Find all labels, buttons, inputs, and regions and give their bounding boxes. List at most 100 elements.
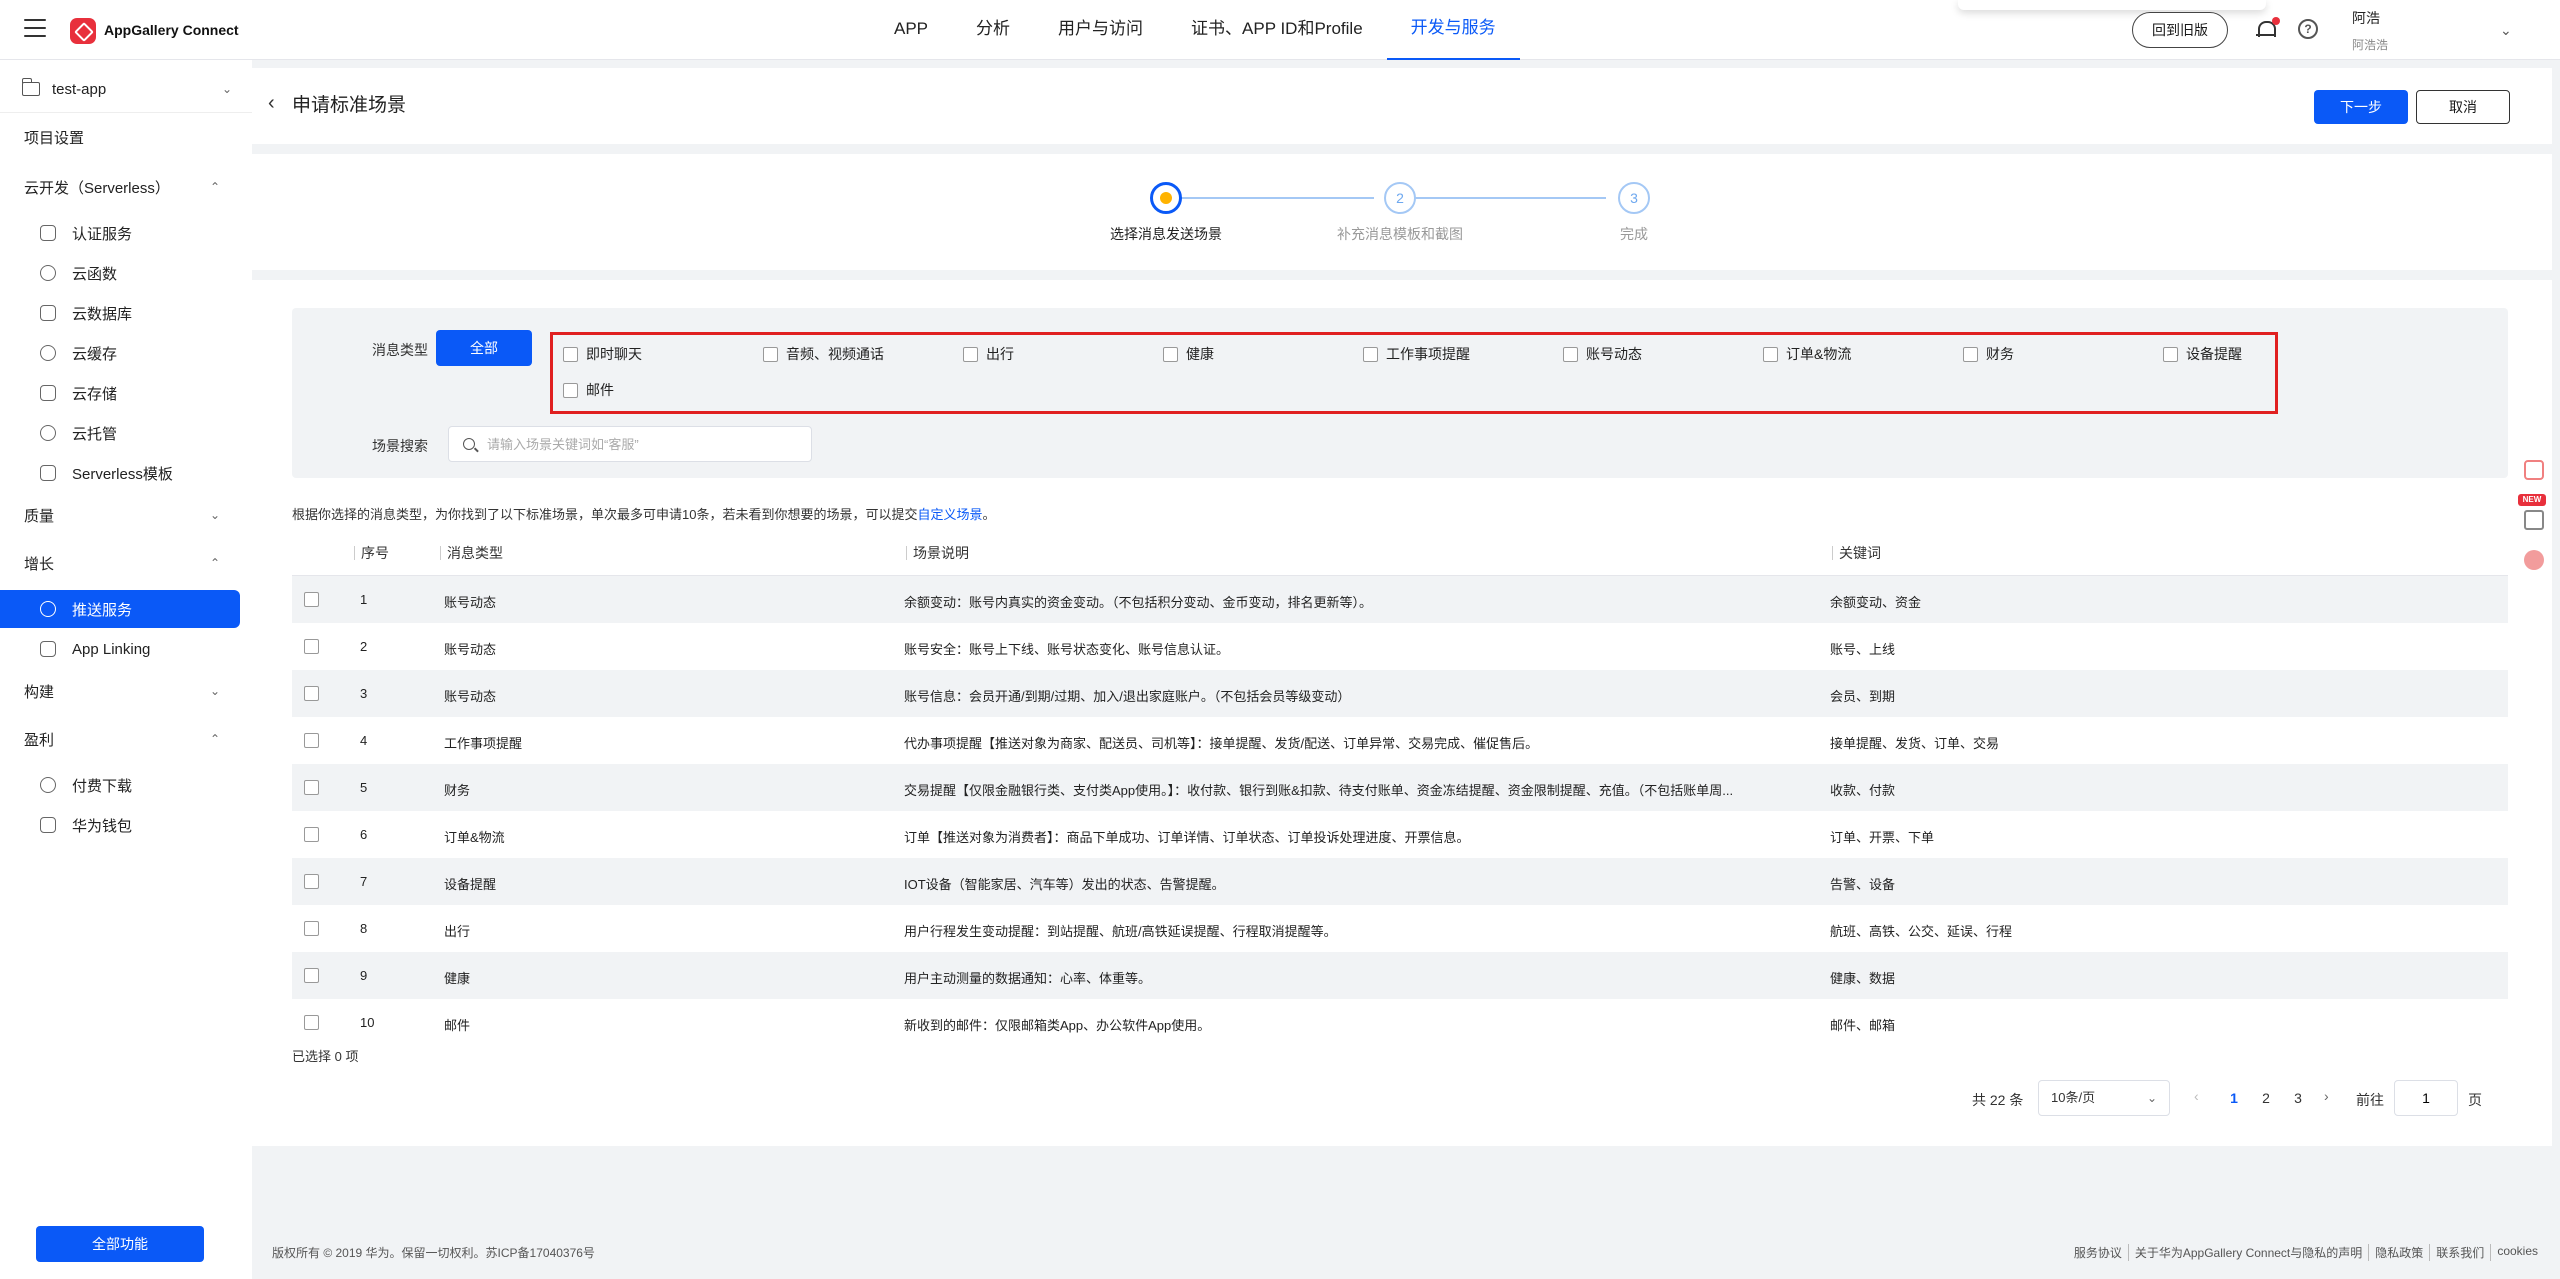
top-nav-item[interactable]: 分析 xyxy=(952,0,1034,60)
sidebar-item[interactable]: 华为钱包 xyxy=(0,806,252,844)
message-type-option[interactable]: 工作事项提醒 xyxy=(1363,344,1470,364)
top-nav-item[interactable]: 证书、APP ID和Profile xyxy=(1167,0,1387,60)
message-type-option[interactable]: 音频、视频通话 xyxy=(763,344,884,364)
footer-link[interactable]: 服务协议 xyxy=(2068,1244,2128,1261)
top-nav-item[interactable]: 开发与服务 xyxy=(1386,0,1520,60)
sidebar-item[interactable]: 盈利 ⌃ xyxy=(0,720,252,758)
sidebar-item[interactable]: Serverless模板 xyxy=(0,454,252,492)
checkbox[interactable] xyxy=(1363,346,1378,362)
footer-link[interactable]: 关于华为AppGallery Connect与隐私的声明 xyxy=(2127,1244,2368,1261)
table-row[interactable]: 10 邮件 新收到的邮件：仅限邮箱类App、办公软件App使用。 邮件、邮箱 xyxy=(292,999,2508,1046)
checkbox[interactable] xyxy=(563,382,578,398)
message-type-option[interactable]: 设备提醒 xyxy=(2163,344,2242,364)
cancel-button[interactable]: 取消 xyxy=(2416,90,2510,124)
row-checkbox[interactable] xyxy=(304,686,319,701)
checkbox[interactable] xyxy=(1563,346,1578,362)
table-row[interactable]: 5 财务 交易提醒【仅限金融银行类、支付类App使用。】：收付款、银行到账&扣款、待… xyxy=(292,764,2508,811)
cell-no: 1 xyxy=(360,592,368,607)
row-checkbox[interactable] xyxy=(304,639,319,654)
page-size-select[interactable]: 10条/页 ⌄ xyxy=(2038,1080,2170,1116)
sidebar-item[interactable]: 构建 ⌄ xyxy=(0,672,252,710)
message-type-option[interactable]: 订单&物流 xyxy=(1763,344,1851,364)
bell-icon[interactable] xyxy=(2256,17,2280,39)
goto-page-input[interactable] xyxy=(2394,1080,2458,1116)
footer-link[interactable]: 联系我们 xyxy=(2429,1244,2490,1261)
grid-icon[interactable] xyxy=(2524,510,2544,530)
message-type-label: 设备提醒 xyxy=(2186,346,2242,362)
step-connector xyxy=(1170,197,1374,199)
row-checkbox[interactable] xyxy=(304,968,319,983)
row-checkbox[interactable] xyxy=(304,1015,319,1030)
footer-link[interactable]: 隐私政策 xyxy=(2368,1244,2429,1261)
sidebar-item[interactable]: 认证服务 xyxy=(0,214,252,252)
checkbox[interactable] xyxy=(1963,346,1978,362)
message-type-option[interactable]: 即时聊天 xyxy=(563,344,642,364)
folder-icon xyxy=(21,78,40,96)
row-checkbox[interactable] xyxy=(304,874,319,889)
sidebar-item[interactable]: 付费下载 xyxy=(0,766,252,804)
checkbox[interactable] xyxy=(1763,346,1778,362)
footer-link[interactable]: cookies xyxy=(2490,1244,2544,1261)
user-name[interactable]: 阿浩 xyxy=(2352,8,2380,28)
help-icon[interactable]: ? xyxy=(2298,19,2318,39)
table-row[interactable]: 4 工作事项提醒 代办事项提醒【推送对象为商家、配送员、司机等】：接单提醒、发货/配… xyxy=(292,717,2508,764)
page-1[interactable]: 1 xyxy=(2224,1090,2244,1106)
next-step-button[interactable]: 下一步 xyxy=(2314,90,2408,124)
message-type-option[interactable]: 邮件 xyxy=(563,380,614,400)
sidebar-item[interactable]: 云开发（Serverless） ⌃ xyxy=(0,168,252,206)
old-version-button[interactable]: 回到旧版 xyxy=(2132,12,2228,48)
chat-icon[interactable] xyxy=(2524,550,2544,570)
message-type-option[interactable]: 财务 xyxy=(1963,344,2014,364)
menu-icon[interactable] xyxy=(24,19,46,39)
sidebar-item[interactable]: 推送服务 xyxy=(0,590,240,628)
next-page-button[interactable]: › xyxy=(2324,1088,2329,1104)
top-nav-item[interactable]: APP xyxy=(870,0,952,60)
scene-search-input[interactable] xyxy=(487,427,797,461)
row-checkbox[interactable] xyxy=(304,921,319,936)
custom-scene-link[interactable]: 自定义场景 xyxy=(917,507,982,522)
project-selector[interactable]: test-app ⌄ xyxy=(21,72,232,106)
sidebar-item[interactable]: 质量 ⌄ xyxy=(0,496,252,534)
page-3[interactable]: 3 xyxy=(2288,1090,2308,1106)
checkbox[interactable] xyxy=(2163,346,2178,362)
table-row[interactable]: 6 订单&物流 订单【推送对象为消费者】：商品下单成功、订单详情、订单状态、订单投诉… xyxy=(292,811,2508,858)
prev-page-button[interactable]: ‹ xyxy=(2194,1088,2199,1104)
all-types-button[interactable]: 全部 xyxy=(436,330,532,366)
chevron-down-icon[interactable]: ⌄ xyxy=(2500,22,2512,39)
scene-search-box[interactable] xyxy=(448,426,812,462)
page-2[interactable]: 2 xyxy=(2256,1090,2276,1106)
cell-kw: 账号、上线 xyxy=(1830,642,1896,657)
message-type-option[interactable]: 出行 xyxy=(963,344,1014,364)
table-row[interactable]: 2 账号动态 账号安全：账号上下线、账号状态变化、账号信息认证。 账号、上线 xyxy=(292,623,2508,670)
sidebar-item[interactable]: 云数据库 xyxy=(0,294,252,332)
checkbox[interactable] xyxy=(763,346,778,362)
row-checkbox[interactable] xyxy=(304,733,319,748)
back-icon[interactable]: ‹ xyxy=(268,92,275,115)
sidebar-item[interactable]: 项目设置 xyxy=(0,118,252,156)
table-row[interactable]: 9 健康 用户主动测量的数据通知：心率、体重等。 健康、数据 xyxy=(292,952,2508,999)
all-functions-button[interactable]: 全部功能 xyxy=(36,1226,204,1262)
message-type-option[interactable]: 账号动态 xyxy=(1563,344,1642,364)
notification-dot xyxy=(2272,17,2280,25)
table-row[interactable]: 7 设备提醒 IOT设备（智能家居、汽车等）发出的状态、告警提醒。 告警、设备 xyxy=(292,858,2508,905)
table-row[interactable]: 3 账号动态 账号信息：会员开通/到期/过期、加入/退出家庭账户。（不包括会员等级变… xyxy=(292,670,2508,717)
message-type-option[interactable]: 健康 xyxy=(1163,344,1214,364)
top-nav-item[interactable]: 用户与访问 xyxy=(1034,0,1167,60)
sidebar-item[interactable]: 云缓存 xyxy=(0,334,252,372)
sidebar-item[interactable]: 云托管 xyxy=(0,414,252,452)
table-row[interactable]: 1 账号动态 余额变动：账号内真实的资金变动。（不包括积分变动、金币变动，排名更新等… xyxy=(292,576,2508,623)
table-row[interactable]: 8 出行 用户行程发生变动提醒：到站提醒、航班/高铁延误提醒、行程取消提醒等。 航班、… xyxy=(292,905,2508,952)
sidebar-item[interactable]: App Linking xyxy=(0,630,252,668)
gift-icon[interactable] xyxy=(2524,460,2544,480)
row-checkbox[interactable] xyxy=(304,780,319,795)
row-checkbox[interactable] xyxy=(304,592,319,607)
row-checkbox[interactable] xyxy=(304,827,319,842)
checkbox[interactable] xyxy=(1163,346,1178,362)
sidebar-item[interactable]: 云函数 xyxy=(0,254,252,292)
checkbox[interactable] xyxy=(963,346,978,362)
sidebar-item[interactable]: 云存储 xyxy=(0,374,252,412)
select-all-checkbox[interactable] xyxy=(304,548,319,563)
template-icon xyxy=(40,465,56,481)
sidebar-item[interactable]: 增长 ⌃ xyxy=(0,544,252,582)
checkbox[interactable] xyxy=(563,346,578,362)
